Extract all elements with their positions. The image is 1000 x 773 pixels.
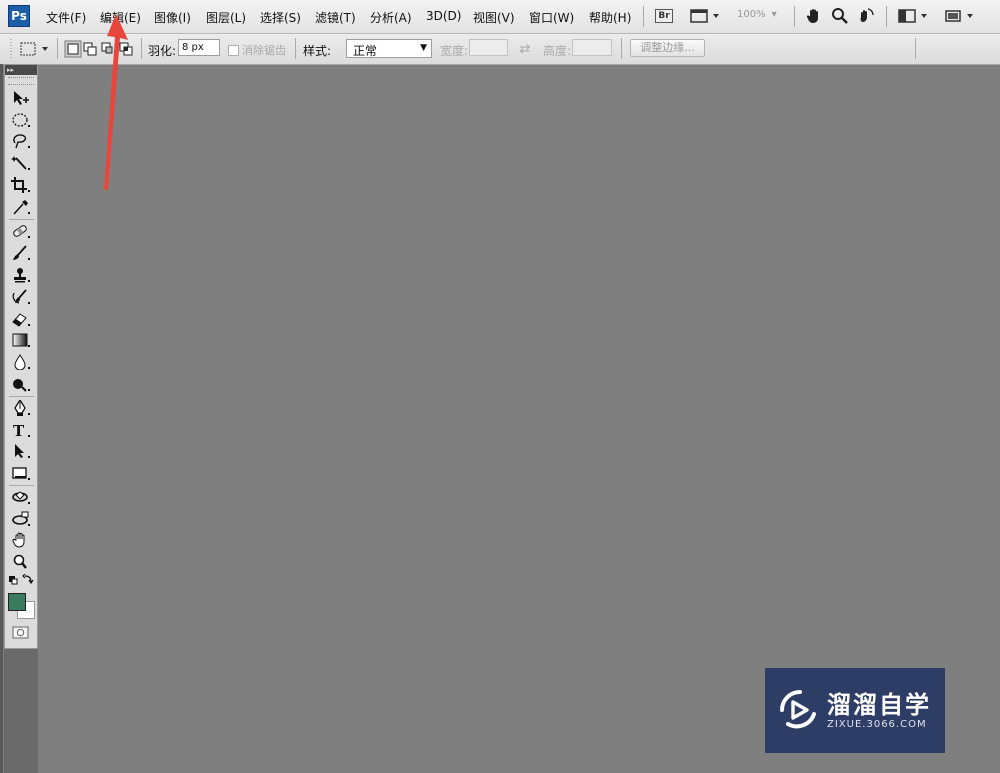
zoom-level-combo[interactable]: 100% ▾ (737, 9, 777, 20)
feather-input[interactable]: 8 px (178, 39, 220, 56)
options-separator (57, 38, 58, 59)
toolbox-collapse-icon[interactable]: ▸▸ (5, 65, 37, 75)
feather-label: 羽化: (148, 44, 177, 58)
type-tool-icon[interactable]: T (10, 421, 32, 439)
elliptical-marquee-tool-icon[interactable] (10, 111, 32, 129)
style-select[interactable]: 正常 ▼ (346, 39, 432, 58)
blur-tool-icon[interactable] (10, 353, 32, 371)
zoom-icon[interactable] (830, 6, 850, 26)
watermark-badge: 溜溜自学 ZIXUE.3066.COM (765, 668, 945, 753)
hand-icon[interactable] (804, 6, 824, 26)
history-brush-tool-icon[interactable] (10, 288, 32, 306)
quick-mask-icon[interactable] (10, 624, 32, 642)
options-separator (915, 38, 916, 59)
watermark-title: 溜溜自学 (827, 691, 931, 719)
style-label: 样式: (303, 44, 332, 58)
spot-healing-tool-icon[interactable] (10, 222, 32, 240)
3d-rotate-tool-icon[interactable] (10, 488, 32, 506)
screen-mode-toggle-icon[interactable] (943, 6, 977, 26)
annotation-arrow-icon (104, 14, 128, 190)
clone-stamp-tool-icon[interactable] (10, 266, 32, 284)
zoom-tool-icon[interactable] (10, 553, 32, 571)
eraser-tool-icon[interactable] (10, 310, 32, 328)
menu-image[interactable]: 图像(I) (154, 9, 191, 26)
panel-dock-area (4, 649, 38, 773)
menu-3d[interactable]: 3D(D) (426, 9, 461, 23)
pen-tool-icon[interactable] (10, 399, 32, 417)
options-separator (295, 38, 296, 59)
toolbox-panel: ▸▸ T (4, 64, 38, 649)
hand-tool-icon[interactable] (10, 531, 32, 549)
dodge-tool-icon[interactable] (10, 375, 32, 393)
height-input[interactable] (572, 39, 612, 56)
menu-window[interactable]: 窗口(W) (529, 9, 574, 26)
width-label: 宽度: (440, 44, 469, 58)
toolbox-grip[interactable] (8, 77, 34, 85)
default-swap-colors-icon[interactable] (7, 573, 35, 587)
menu-help[interactable]: 帮助(H) (589, 9, 631, 26)
zoom-level-value: 100% (737, 9, 766, 20)
options-separator (141, 38, 142, 59)
screen-mode-icon[interactable] (689, 6, 723, 26)
options-bar: 羽化: 8 px 消除锯齿 样式: 正常 ▼ 宽度: ⇄ 高度: 调整边缘... (0, 34, 1000, 65)
height-label: 高度: (543, 44, 572, 58)
width-input[interactable] (469, 39, 508, 56)
foreground-color-swatch[interactable] (8, 593, 26, 611)
toolbox-divider (9, 219, 34, 220)
rectangle-tool-icon[interactable] (10, 464, 32, 482)
crop-tool-icon[interactable] (10, 176, 32, 194)
menu-view[interactable]: 视图(V) (473, 9, 515, 26)
bridge-icon[interactable]: Br (654, 6, 674, 26)
menu-bar: Ps 文件(F) 编辑(E) 图像(I) 图层(L) 选择(S) 滤镜(T) 分… (0, 0, 1000, 34)
arrange-documents-icon[interactable] (897, 6, 931, 26)
options-separator (621, 38, 622, 59)
checkbox-icon (228, 44, 239, 56)
antialias-checkbox[interactable]: 消除锯齿 (228, 42, 286, 58)
chevron-down-icon: ▼ (420, 43, 427, 53)
rotate-view-icon[interactable] (856, 6, 876, 26)
refine-edge-button[interactable]: 调整边缘... (630, 39, 705, 57)
gradient-tool-icon[interactable] (10, 331, 32, 349)
antialias-label: 消除锯齿 (242, 44, 286, 57)
menu-analysis[interactable]: 分析(A) (370, 9, 412, 26)
options-grip-icon (6, 38, 16, 60)
watermark-subtitle: ZIXUE.3066.COM (827, 719, 927, 730)
menu-select[interactable]: 选择(S) (260, 9, 301, 26)
path-selection-tool-icon[interactable] (10, 442, 32, 460)
panel-dock-edge (0, 64, 3, 773)
magic-wand-tool-icon[interactable] (10, 154, 32, 172)
menu-separator (794, 6, 795, 27)
toolbox-divider (9, 396, 34, 397)
tool-preset-picker-icon[interactable] (18, 38, 52, 60)
menu-separator (643, 6, 644, 27)
menu-file[interactable]: 文件(F) (46, 9, 86, 26)
svg-text:T: T (13, 422, 25, 438)
menu-separator (886, 6, 887, 27)
swap-width-height-icon[interactable]: ⇄ (516, 38, 534, 60)
toolbox-divider (9, 485, 34, 486)
menu-layer[interactable]: 图层(L) (206, 9, 246, 26)
chevron-down-icon: ▾ (771, 9, 777, 20)
menu-filter[interactable]: 滤镜(T) (315, 9, 356, 26)
3d-orbit-tool-icon[interactable] (10, 510, 32, 528)
style-select-value: 正常 (353, 44, 378, 58)
lasso-tool-icon[interactable] (10, 132, 32, 150)
photoshop-logo: Ps (8, 5, 30, 27)
move-tool-icon[interactable] (10, 89, 32, 107)
play-logo-icon (780, 690, 816, 729)
eyedropper-tool-icon[interactable] (10, 198, 32, 216)
brush-tool-icon[interactable] (10, 244, 32, 262)
